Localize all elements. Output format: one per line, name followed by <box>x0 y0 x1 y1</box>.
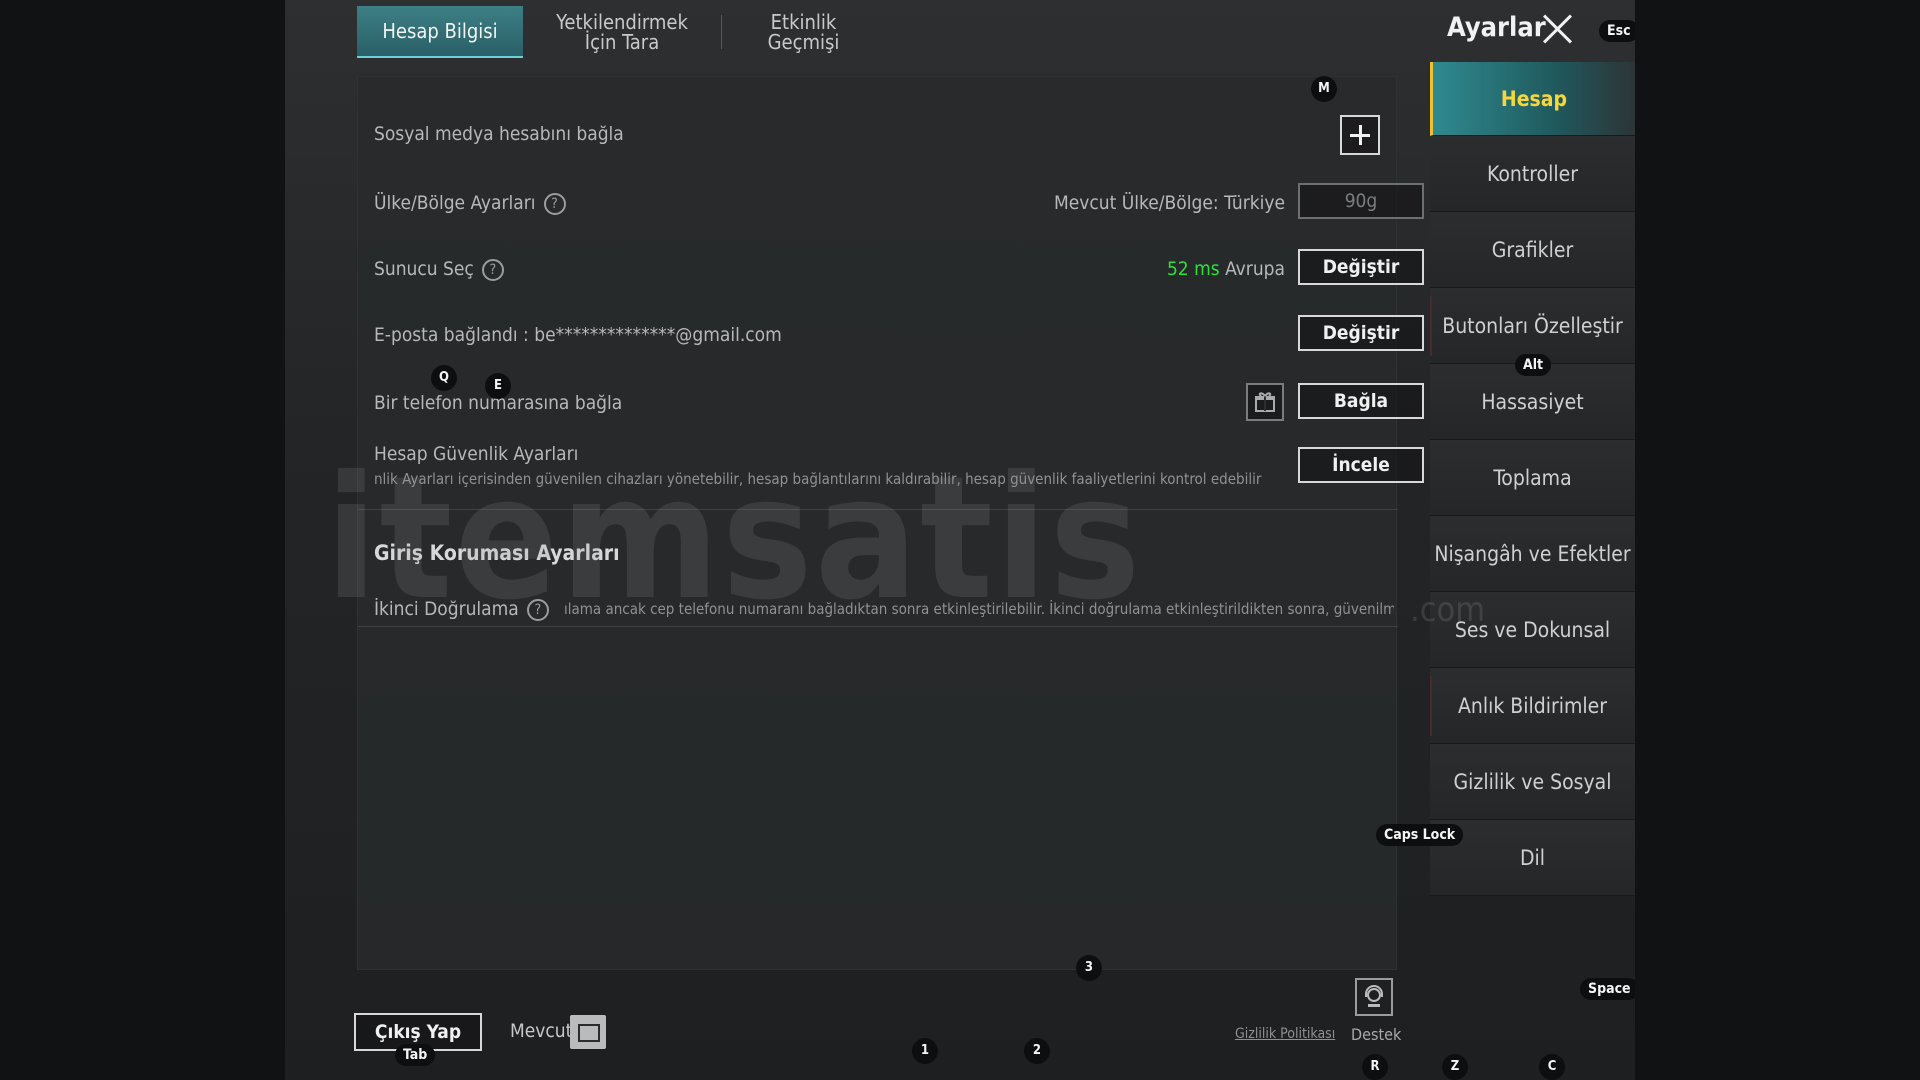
add-social-button[interactable] <box>1340 115 1380 155</box>
second-verification-row: İkinci Doğrulama? <box>374 598 549 621</box>
mailbox-label: Mevcut <box>510 1020 573 1042</box>
account-panel: Sosyal medya hesabını bağla Ülke/Bölge A… <box>357 76 1424 970</box>
sidebar-item-controls[interactable]: Kontroller <box>1430 136 1635 212</box>
sidebar-item-notifications[interactable]: Anlık Bildirimler <box>1430 668 1635 744</box>
sidebar-item-privacy-social[interactable]: Gizlilik ve Sosyal <box>1430 744 1635 820</box>
server-label: Sunucu Seç <box>374 258 474 280</box>
right-letterbox <box>1635 0 1920 1080</box>
social-link-label: Sosyal medya hesabını bağla <box>374 123 624 145</box>
tab-activity-history[interactable]: Etkinlik Geçmişi <box>721 12 885 52</box>
top-tabs: Hesap Bilgisi Yetkilendirmek İçin Tara E… <box>357 6 885 58</box>
region-settings-row: Ülke/Bölge Ayarları? <box>374 192 566 215</box>
keyhint-c: C <box>1539 1054 1565 1080</box>
keyhint-esc: Esc <box>1599 20 1635 42</box>
keyhint-r: R <box>1362 1054 1388 1080</box>
tab-scan-authorize[interactable]: Yetkilendirmek İçin Tara <box>523 6 721 58</box>
left-letterbox <box>0 0 285 1080</box>
second-verification-label: İkinci Doğrulama <box>374 598 519 620</box>
server-name: Avrupa <box>1225 258 1285 280</box>
keyhint-caps-lock: Caps Lock <box>1376 824 1464 846</box>
help-icon[interactable]: ? <box>543 192 566 215</box>
sidebar-item-account[interactable]: Hesap <box>1430 62 1635 136</box>
email-bound-label: E-posta bağlandı : be**************@gmai… <box>374 324 782 346</box>
change-email-button[interactable]: Değiştir <box>1298 315 1424 351</box>
region-cooldown-button: 90g <box>1298 183 1424 219</box>
server-select-row: Sunucu Seç? <box>374 258 504 281</box>
region-label: Ülke/Bölge Ayarları <box>374 192 536 214</box>
inspect-security-button[interactable]: İncele <box>1298 447 1424 483</box>
section-divider <box>358 509 1398 510</box>
keyhint-space: Space <box>1580 978 1635 1000</box>
keyhint-z: Z <box>1442 1054 1468 1080</box>
keyhint-e: E <box>485 373 511 399</box>
keyhint-3: 3 <box>1076 955 1102 981</box>
settings-sidebar: Hesap Kontroller Grafikler Butonları Öze… <box>1430 62 1635 896</box>
sidebar-item-graphics[interactable]: Grafikler <box>1430 212 1635 288</box>
row-divider <box>358 626 1398 627</box>
gift-icon[interactable] <box>1246 383 1284 421</box>
page-title: Ayarlar <box>1447 12 1546 43</box>
change-server-button[interactable]: Değiştir <box>1298 249 1424 285</box>
keyhint-m: M <box>1311 76 1337 102</box>
support-icon[interactable] <box>1355 978 1393 1016</box>
bind-phone-button[interactable]: Bağla <box>1298 383 1424 419</box>
sidebar-item-pickup[interactable]: Toplama <box>1430 440 1635 516</box>
security-description: nlik Ayarları içerisinden güvenilen ciha… <box>374 470 1264 488</box>
current-region-text: Mevcut Ülke/Bölge: Türkiye <box>1054 192 1285 214</box>
mail-icon[interactable] <box>570 1015 606 1049</box>
close-icon[interactable] <box>1540 12 1574 46</box>
keyhint-2: 2 <box>1024 1038 1050 1064</box>
keyhint-1: 1 <box>912 1038 938 1064</box>
privacy-policy-link[interactable]: Gizlilik Politikası <box>1235 1026 1335 1042</box>
tab-account-info[interactable]: Hesap Bilgisi <box>357 6 523 58</box>
login-protection-title: Giriş Koruması Ayarları <box>374 541 620 565</box>
help-icon[interactable]: ? <box>481 258 504 281</box>
help-icon[interactable]: ? <box>526 598 549 621</box>
security-label: Hesap Güvenlik Ayarları <box>374 443 579 465</box>
server-status: 52 ms Avrupa <box>1058 258 1285 280</box>
ping-value: 52 ms <box>1166 258 1220 280</box>
settings-window: Hesap Bilgisi Yetkilendirmek İçin Tara E… <box>285 0 1635 1080</box>
keyhint-q: Q <box>431 365 457 391</box>
keyhint-tab: Tab <box>395 1044 436 1066</box>
support-label: Destek <box>1351 1025 1402 1044</box>
sidebar-item-sound-haptics[interactable]: Ses ve Dokunsal <box>1430 592 1635 668</box>
sidebar-item-crosshair-effects[interactable]: Nişangâh ve Efektler <box>1430 516 1635 592</box>
keyhint-alt: Alt <box>1515 354 1552 376</box>
sidebar-item-customize-buttons[interactable]: Butonları Özelleştir <box>1430 288 1635 364</box>
second-verification-description: ılama ancak cep telefonu numaranı bağlad… <box>564 600 1394 618</box>
